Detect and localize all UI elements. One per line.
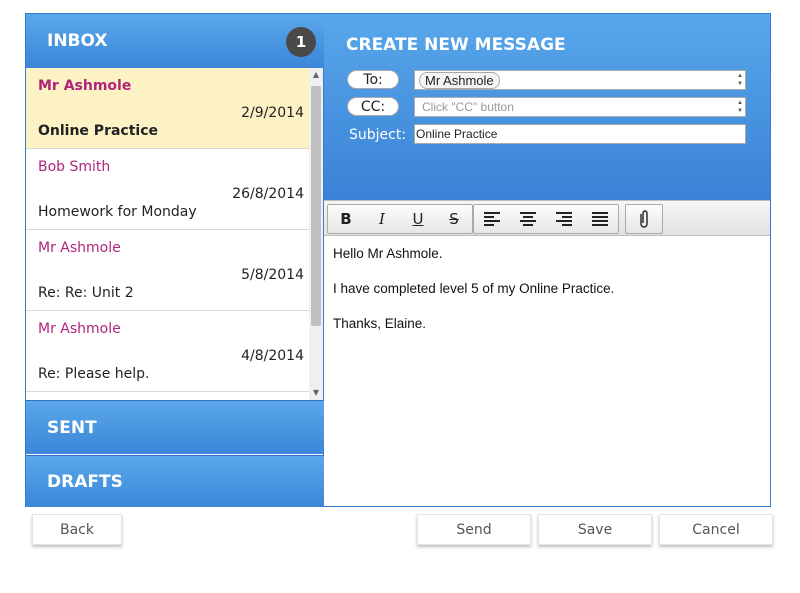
body-line: I have completed level 5 of my Online Pr… xyxy=(333,281,615,296)
save-button[interactable]: Save xyxy=(538,514,652,545)
message-item[interactable]: Mr Ashmole 2/9/2014 Online Practice xyxy=(26,68,309,149)
message-subject: Homework for Monday xyxy=(38,204,197,220)
message-item[interactable]: Bob Smith 26/8/2014 Homework for Monday xyxy=(26,149,309,230)
send-button[interactable]: Send xyxy=(417,514,531,545)
compose-header: CREATE NEW MESSAGE To: Mr Ashmole ▲ ▼ CC:… xyxy=(324,14,770,200)
attachment-group xyxy=(625,204,663,234)
message-date: 26/8/2014 xyxy=(232,186,304,202)
align-left-icon[interactable] xyxy=(474,205,510,233)
message-date: 4/8/2014 xyxy=(241,348,304,364)
cc-field[interactable]: Click "CC" button ▲ ▼ xyxy=(414,97,746,117)
message-item[interactable]: Mr Ashmole 5/8/2014 Re: Re: Unit 2 xyxy=(26,230,309,311)
italic-button[interactable]: I xyxy=(364,205,400,233)
drafts-folder[interactable]: DRAFTS xyxy=(26,455,324,507)
to-button[interactable]: To: xyxy=(347,70,399,89)
bold-button[interactable]: B xyxy=(328,205,364,233)
subject-field[interactable]: Online Practice xyxy=(414,124,746,144)
message-date: 5/8/2014 xyxy=(241,267,304,283)
to-field[interactable]: Mr Ashmole ▲ ▼ xyxy=(414,70,746,90)
message-list-scrollbar[interactable]: ▲ ▼ xyxy=(309,68,323,400)
compose-panel: CREATE NEW MESSAGE To: Mr Ashmole ▲ ▼ CC:… xyxy=(324,14,770,506)
recipient-chip[interactable]: Mr Ashmole xyxy=(419,71,500,89)
scroll-thumb[interactable] xyxy=(311,86,321,326)
scroll-up-icon[interactable]: ▲ xyxy=(309,68,323,82)
inbox-title: INBOX xyxy=(47,31,108,51)
format-toolbar: B I U S xyxy=(324,200,770,236)
message-body[interactable]: Hello Mr Ashmole. I have completed level… xyxy=(333,246,614,351)
sent-folder[interactable]: SENT xyxy=(26,400,324,454)
scroll-down-icon[interactable]: ▼ xyxy=(309,386,323,400)
message-from: Mr Ashmole xyxy=(38,240,121,256)
align-justify-icon[interactable] xyxy=(582,205,618,233)
message-subject: Re: Re: Unit 2 xyxy=(38,285,134,301)
message-item[interactable]: Mr Ashmole 4/8/2014 Re: Please help. xyxy=(26,311,309,392)
mail-window: INBOX 1 Mr Ashmole 2/9/2014 Online Pract… xyxy=(25,13,771,507)
align-center-icon[interactable] xyxy=(510,205,546,233)
spinner-icon[interactable]: ▲ ▼ xyxy=(737,72,743,88)
message-from: Bob Smith xyxy=(38,159,111,175)
cancel-button[interactable]: Cancel xyxy=(659,514,773,545)
message-from: Mr Ashmole xyxy=(38,78,132,94)
message-from: Mr Ashmole xyxy=(38,321,121,337)
message-date: 2/9/2014 xyxy=(241,105,304,121)
back-button[interactable]: Back xyxy=(32,514,122,545)
cc-placeholder: Click "CC" button xyxy=(422,100,514,114)
folder-panel: INBOX 1 Mr Ashmole 2/9/2014 Online Pract… xyxy=(26,14,324,507)
text-style-group: B I U S xyxy=(327,204,473,234)
subject-value: Online Practice xyxy=(416,127,498,141)
message-subject: Online Practice xyxy=(38,123,158,139)
alignment-group xyxy=(473,204,619,234)
attachment-icon[interactable] xyxy=(626,205,662,233)
subject-label: Subject: xyxy=(349,127,407,143)
underline-button[interactable]: U xyxy=(400,205,436,233)
inbox-folder[interactable]: INBOX 1 xyxy=(26,14,324,68)
message-subject: Re: Please help. xyxy=(38,366,150,382)
cc-button[interactable]: CC: xyxy=(347,97,399,116)
spinner-icon[interactable]: ▲ ▼ xyxy=(737,99,743,115)
align-right-icon[interactable] xyxy=(546,205,582,233)
unread-badge: 1 xyxy=(286,27,316,57)
body-line: Hello Mr Ashmole. xyxy=(333,246,443,261)
message-list: Mr Ashmole 2/9/2014 Online Practice Bob … xyxy=(26,68,309,400)
body-line: Thanks, Elaine. xyxy=(333,316,427,331)
strikethrough-button[interactable]: S xyxy=(436,205,472,233)
compose-title: CREATE NEW MESSAGE xyxy=(346,35,566,55)
